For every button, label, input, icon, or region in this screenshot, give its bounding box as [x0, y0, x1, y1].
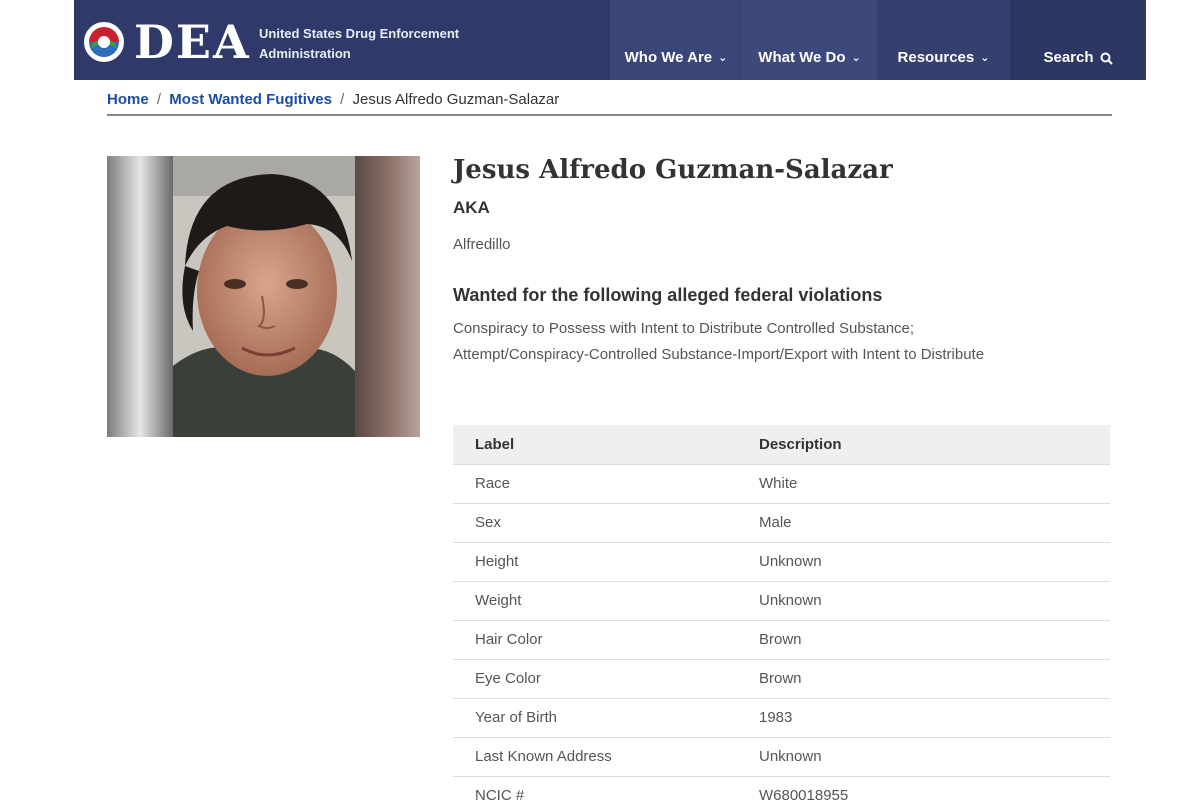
fugitive-name: Jesus Alfredo Guzman-Salazar [453, 155, 893, 185]
row-value: Brown [737, 659, 1110, 699]
chevron-down-icon: ⌄ [980, 52, 990, 64]
row-value: White [737, 464, 1110, 504]
main-nav: Who We Are ⌄ What We Do ⌄ Resources ⌄ Se… [610, 0, 1146, 80]
violations-line: Attempt/Conspiracy-Controlled Substance-… [453, 346, 985, 363]
row-value: Unknown [737, 581, 1110, 621]
dea-wordmark: DEA [134, 15, 251, 69]
violations-line: Conspiracy to Possess with Intent to Dis… [453, 320, 915, 337]
table-row: Weight Unknown [453, 581, 1110, 621]
table-row: Last Known Address Unknown [453, 737, 1110, 777]
nav-search[interactable]: Search [1010, 0, 1146, 80]
search-icon [1100, 52, 1113, 65]
row-label: Eye Color [453, 659, 737, 699]
agency-name: United States Drug Enforcement Administr… [259, 24, 459, 64]
table-row: NCIC # W680018955 [453, 776, 1110, 800]
agency-name-line1: United States Drug Enforcement [259, 26, 460, 41]
dea-seal-icon [84, 22, 124, 62]
table-row: Height Unknown [453, 542, 1110, 582]
fugitive-photo [107, 156, 420, 437]
row-label: Year of Birth [453, 698, 737, 738]
row-label: NCIC # [453, 776, 737, 800]
breadcrumb-most-wanted-link[interactable]: Most Wanted Fugitives [169, 91, 332, 108]
row-value: 1983 [737, 698, 1110, 738]
nav-label: Who We Are [624, 49, 713, 66]
breadcrumb-current: Jesus Alfredo Guzman-Salazar [352, 91, 560, 108]
table-row: Eye Color Brown [453, 659, 1110, 699]
row-value: Brown [737, 620, 1110, 660]
nav-label: Search [1043, 49, 1094, 66]
dea-logo-link[interactable]: DEA United States Drug Enforcement Admin… [74, 0, 610, 80]
row-value: Male [737, 503, 1110, 543]
table-row: Sex Male [453, 503, 1110, 543]
chevron-down-icon: ⌄ [851, 52, 861, 64]
table-row: Hair Color Brown [453, 620, 1110, 660]
profile-content: Jesus Alfredo Guzman-Salazar AKA Alfredi… [453, 150, 1113, 368]
row-label: Weight [453, 581, 737, 621]
chevron-down-icon: ⌄ [718, 52, 728, 64]
agency-name-line2: Administration [259, 46, 351, 61]
breadcrumb: Home / Most Wanted Fugitives / Jesus Alf… [107, 88, 1112, 116]
breadcrumb-separator: / [340, 91, 345, 108]
violations-heading: Wanted for the following alleged federal… [453, 285, 883, 305]
row-label: Sex [453, 503, 737, 543]
site-header: DEA United States Drug Enforcement Admin… [74, 0, 1146, 80]
nav-resources[interactable]: Resources ⌄ [877, 0, 1010, 80]
column-header-label: Label [453, 425, 737, 465]
aka-heading: AKA [453, 198, 490, 217]
violations-text: Conspiracy to Possess with Intent to Dis… [453, 316, 1113, 368]
aka-value: Alfredillo [453, 236, 511, 253]
nav-who-we-are[interactable]: Who We Are ⌄ [610, 0, 742, 80]
details-table: Label Description Race White Sex Male He… [453, 425, 1110, 800]
row-value: Unknown [737, 737, 1110, 777]
row-value: W680018955 [737, 776, 1110, 800]
nav-label: Resources [897, 49, 975, 66]
table-row: Year of Birth 1983 [453, 698, 1110, 738]
column-header-description: Description [737, 425, 1110, 465]
row-label: Last Known Address [453, 737, 737, 777]
row-label: Race [453, 464, 737, 504]
nav-what-we-do[interactable]: What We Do ⌄ [742, 0, 877, 80]
row-label: Hair Color [453, 620, 737, 660]
table-row: Race White [453, 464, 1110, 504]
row-label: Height [453, 542, 737, 582]
breadcrumb-separator: / [156, 91, 162, 108]
nav-label: What We Do [758, 49, 846, 66]
breadcrumb-home-link[interactable]: Home [107, 91, 149, 108]
row-value: Unknown [737, 542, 1110, 582]
table-header-row: Label Description [453, 425, 1110, 465]
